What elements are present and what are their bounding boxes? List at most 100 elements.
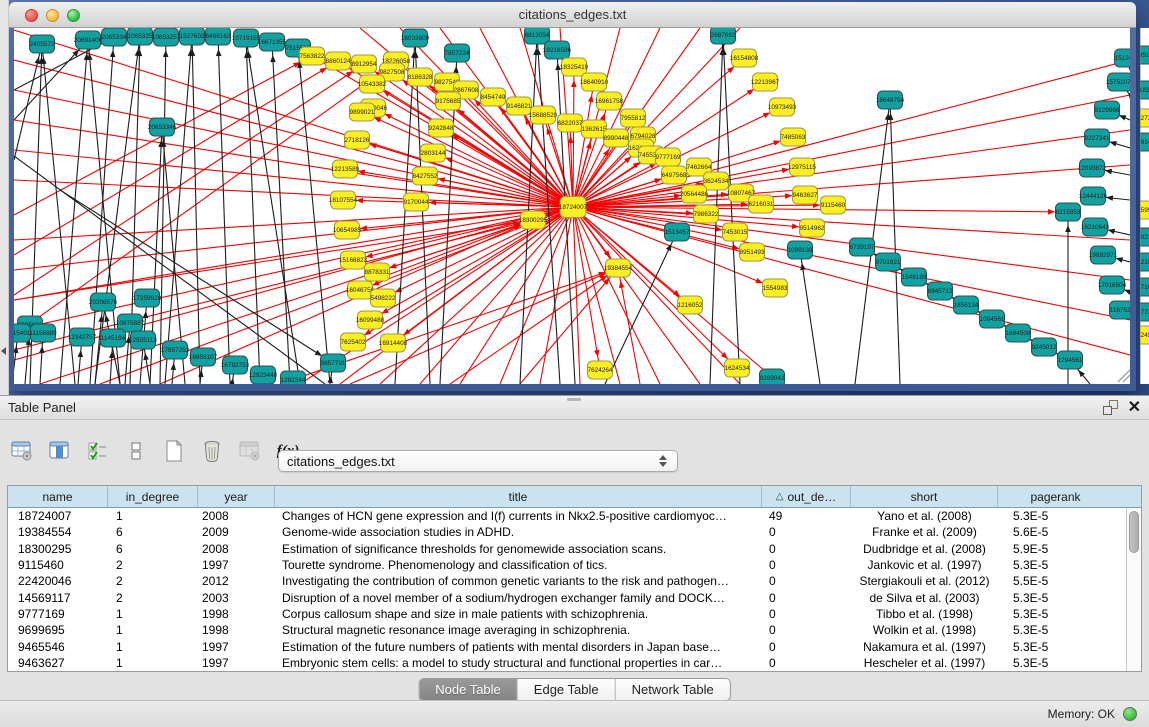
table-cell[interactable]: 5.3E-5: [998, 558, 1113, 572]
tab-edge-table[interactable]: Edge Table: [518, 679, 616, 700]
table-cell[interactable]: Nakamura et al. (1997): [851, 640, 998, 654]
float-window-icon[interactable]: [1103, 400, 1118, 415]
table-cell[interactable]: 19384554: [8, 525, 108, 539]
table-cell[interactable]: 9777169: [8, 607, 108, 621]
table-cell[interactable]: 1: [108, 623, 198, 637]
table-cell[interactable]: 2008: [198, 509, 275, 523]
network-window-titlebar[interactable]: citations_edges.txt: [9, 2, 1136, 28]
row-options-icon[interactable]: [124, 439, 148, 463]
table-cell[interactable]: Estimation of significance thresholds fo…: [275, 542, 762, 556]
table-cell[interactable]: Structural magnetic resonance image aver…: [275, 623, 762, 637]
table-row[interactable]: 977716911998Corpus callosum shape and si…: [8, 606, 1141, 622]
table-cell[interactable]: 2: [108, 591, 198, 605]
table-cell[interactable]: 5.3E-5: [998, 656, 1113, 670]
table-cell[interactable]: 0: [762, 656, 851, 670]
table-cell[interactable]: 6: [108, 542, 198, 556]
table-row[interactable]: 1830029562008Estimation of significance …: [8, 541, 1141, 557]
table-row[interactable]: 946554611997Estimation of the future num…: [8, 638, 1141, 654]
table-cell[interactable]: Changes of HCN gene expression and I(f) …: [275, 509, 762, 523]
table-cell[interactable]: Genome-wide association studies in ADHD.: [275, 525, 762, 539]
table-cell[interactable]: 5.3E-5: [998, 607, 1113, 621]
table-cell[interactable]: Investigating the contribution of common…: [275, 574, 762, 588]
table-cell[interactable]: 1998: [198, 623, 275, 637]
scrollbar-thumb[interactable]: [1129, 511, 1139, 553]
tab-network-table[interactable]: Network Table: [616, 679, 730, 700]
table-selector-dropdown[interactable]: citations_edges.txt: [278, 450, 678, 472]
column-header-name[interactable]: name: [8, 486, 108, 507]
table-cell[interactable]: 1997: [198, 656, 275, 670]
column-header-title[interactable]: title: [275, 486, 762, 507]
delete-trash-icon[interactable]: [200, 439, 224, 463]
table-cell[interactable]: 18300295: [8, 542, 108, 556]
table-cell[interactable]: 22420046: [8, 574, 108, 588]
table-cell[interactable]: 6: [108, 525, 198, 539]
table-cell[interactable]: Tibbo et al. (1998): [851, 607, 998, 621]
create-table-icon[interactable]: [162, 439, 186, 463]
table-row[interactable]: 2242004622012Investigating the contribut…: [8, 573, 1141, 589]
table-cell[interactable]: 2: [108, 574, 198, 588]
table-cell[interactable]: Franke et al. (2009): [851, 525, 998, 539]
table-cell[interactable]: 0: [762, 623, 851, 637]
table-cell[interactable]: 5.3E-5: [998, 591, 1113, 605]
table-row[interactable]: 1872400712008Changes of HCN gene express…: [8, 508, 1141, 524]
column-header-out_de[interactable]: △out_de…: [762, 486, 851, 507]
column-header-pagerank[interactable]: pagerank: [998, 486, 1113, 507]
table-cell[interactable]: 1: [108, 640, 198, 654]
table-cell[interactable]: de Silva et al. (2003): [851, 591, 998, 605]
table-scrollbar[interactable]: [1126, 508, 1141, 671]
table-row[interactable]: 1938455462009Genome-wide association stu…: [8, 524, 1141, 540]
close-icon[interactable]: ✕: [1128, 401, 1141, 415]
table-cell[interactable]: Embryonic stem cells: a model to study s…: [275, 656, 762, 670]
table-cell[interactable]: 9463627: [8, 656, 108, 670]
table-cell[interactable]: 1998: [198, 607, 275, 621]
table-cell[interactable]: Jankovic et al. (1997): [851, 558, 998, 572]
column-header-in_degree[interactable]: in_degree: [108, 486, 198, 507]
column-header-short[interactable]: short: [851, 486, 998, 507]
splitter-grip[interactable]: [567, 398, 581, 401]
tab-node-table[interactable]: Node Table: [419, 679, 518, 700]
table-cell[interactable]: 2: [108, 558, 198, 572]
table-cell[interactable]: 0: [762, 542, 851, 556]
table-cell[interactable]: Tourette syndrome. Phenomenology and cla…: [275, 558, 762, 572]
close-window-button[interactable]: [25, 9, 38, 22]
table-cell[interactable]: 2009: [198, 525, 275, 539]
table-cell[interactable]: 9699695: [8, 623, 108, 637]
table-cell[interactable]: 0: [762, 574, 851, 588]
table-cell[interactable]: 2012: [198, 574, 275, 588]
table-cell[interactable]: 2003: [198, 591, 275, 605]
table-cell[interactable]: 0: [762, 558, 851, 572]
table-cell[interactable]: 9465546: [8, 640, 108, 654]
table-cell[interactable]: 5.3E-5: [998, 623, 1113, 637]
minimize-window-button[interactable]: [46, 9, 59, 22]
table-cell[interactable]: 5.9E-5: [998, 542, 1113, 556]
table-cell[interactable]: Stergiakouli et al. (2012): [851, 574, 998, 588]
table-cell[interactable]: 1: [108, 509, 198, 523]
select-columns-icon[interactable]: [86, 439, 110, 463]
table-cell[interactable]: 0: [762, 607, 851, 621]
column-header-year[interactable]: year: [198, 486, 275, 507]
table-cell[interactable]: 0: [762, 525, 851, 539]
network-view-window[interactable]: citations_edges.txt: [9, 2, 1136, 391]
table-row[interactable]: 1456911722003Disruption of a novel membe…: [8, 589, 1141, 605]
table-cell[interactable]: 14569117: [8, 591, 108, 605]
table-settings-icon[interactable]: [10, 439, 34, 463]
table-cell[interactable]: 1: [108, 607, 198, 621]
table-row[interactable]: 946362711997Embryonic stem cells: a mode…: [8, 655, 1141, 671]
table-cell[interactable]: 18724007: [8, 509, 108, 523]
table-cell[interactable]: Hescheler et al. (1997): [851, 656, 998, 670]
table-cell[interactable]: Estimation of the future numbers of pati…: [275, 640, 762, 654]
import-table-icon-disabled[interactable]: [238, 439, 262, 463]
table-cell[interactable]: 5.3E-5: [998, 640, 1113, 654]
table-cell[interactable]: 0: [762, 591, 851, 605]
table-row[interactable]: 969969511998Structural magnetic resonanc…: [8, 622, 1141, 638]
table-cell[interactable]: 1997: [198, 558, 275, 572]
table-cell[interactable]: Dudbridge et al. (2008): [851, 542, 998, 556]
table-cell[interactable]: 9115460: [8, 558, 108, 572]
table-row[interactable]: 911546021997Tourette syndrome. Phenomeno…: [8, 557, 1141, 573]
table-cell[interactable]: Yano et al. (2008): [851, 509, 998, 523]
table-cell[interactable]: 5.5E-5: [998, 574, 1113, 588]
table-cell[interactable]: 5.6E-5: [998, 525, 1113, 539]
table-cell[interactable]: Wolkin et al. (1998): [851, 623, 998, 637]
table-cell[interactable]: 1: [108, 656, 198, 670]
zoom-window-button[interactable]: [67, 9, 80, 22]
